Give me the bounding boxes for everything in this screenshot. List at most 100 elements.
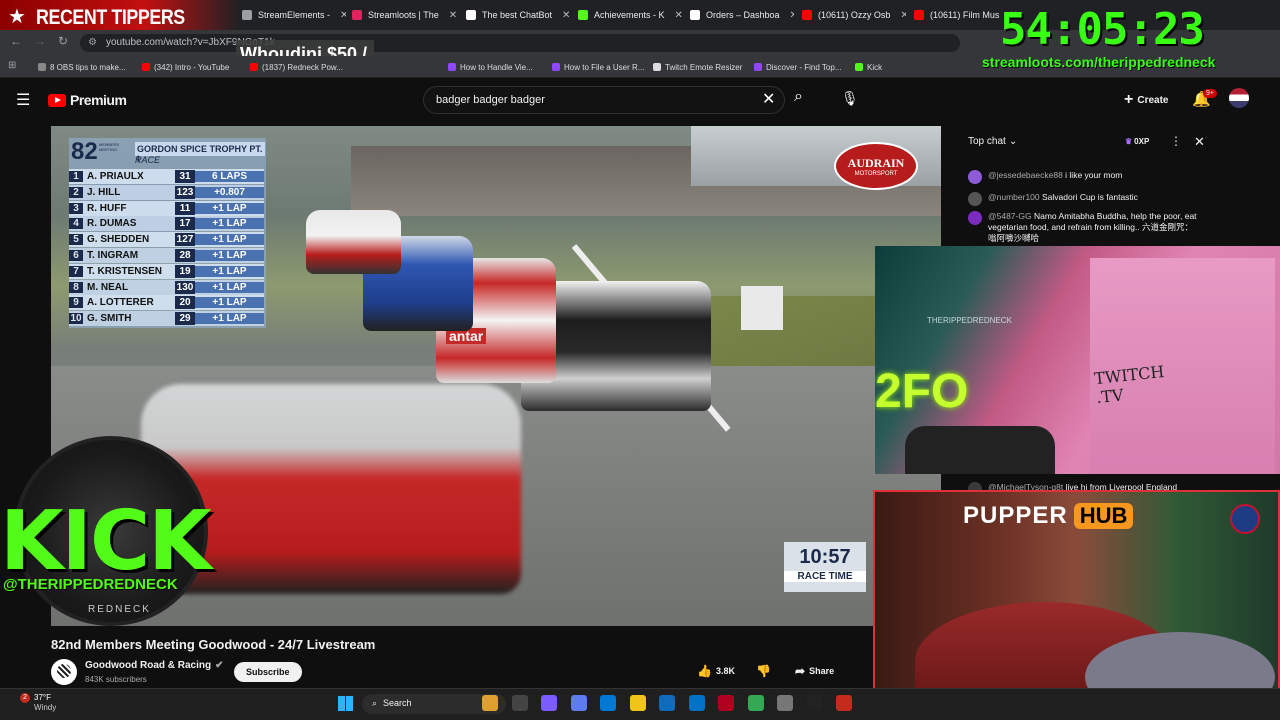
- calculator-icon[interactable]: [777, 695, 793, 711]
- browser-tab[interactable]: Achievements - K ✕: [578, 4, 682, 26]
- close-tab-icon[interactable]: ✕: [340, 10, 346, 21]
- chat-avatar: [968, 192, 982, 206]
- create-button[interactable]: + Create: [1124, 91, 1168, 109]
- bookmark-label: Twitch Emote Resizer: [665, 62, 743, 72]
- back-icon[interactable]: ←: [10, 34, 22, 48]
- folder-icon[interactable]: [629, 695, 646, 711]
- browser-tab[interactable]: Streamloots | The ✕: [352, 4, 456, 26]
- edge-icon[interactable]: [600, 695, 616, 711]
- standings-row: 1 A. PRIAULX 31 6 LAPS: [69, 169, 264, 184]
- car-number: 20: [175, 296, 195, 310]
- search-icon[interactable]: ⌕: [794, 88, 803, 106]
- driver-name: G. SHEDDEN: [87, 234, 150, 246]
- tab-favicon-icon: [466, 10, 476, 20]
- more-options-icon[interactable]: ⋮: [1170, 134, 1182, 148]
- reload-icon[interactable]: ↻: [58, 34, 68, 48]
- race-time-label: RACE TIME: [784, 571, 866, 582]
- chat-mode-label: Top chat: [968, 136, 1006, 147]
- notification-badge: 9+: [1203, 89, 1217, 98]
- pupper-cam-overlay: PUPPER HUB: [873, 490, 1280, 720]
- bookmark-label: 8 OBS tips to make...: [50, 62, 126, 72]
- outlook-icon[interactable]: [688, 695, 705, 711]
- hub-label: HUB: [1073, 503, 1134, 529]
- browser-tab[interactable]: (10611) Ozzy Osb ✕: [802, 4, 906, 26]
- standings-position: 3: [69, 202, 83, 214]
- sponsor-logo: AUDRAIN MOTORSPORT: [834, 142, 918, 190]
- tab-favicon-icon: [802, 10, 812, 20]
- bookmark-item[interactable]: (342) Intro - YouTube: [142, 60, 229, 74]
- teams-icon[interactable]: [570, 695, 587, 711]
- chat-message[interactable]: @number100 Salvadori Cup is fantastic: [968, 192, 1198, 206]
- chat-text: Salvadori Cup is fantastic: [1042, 192, 1138, 202]
- pupper-logo: PUPPER HUB: [963, 502, 1134, 530]
- premium-label: Premium: [70, 92, 127, 108]
- standings-row: 7 T. KRISTENSEN 19 +1 LAP: [69, 263, 264, 279]
- obs-icon[interactable]: [718, 695, 734, 711]
- bookmark-item[interactable]: How to File a User R...: [552, 60, 644, 74]
- channel-name-text: Goodwood Road & Racing: [85, 660, 212, 671]
- close-tab-icon[interactable]: ✕: [562, 10, 570, 21]
- bookmark-item[interactable]: How to Handle Vie...: [448, 60, 533, 74]
- chat-author: @number100: [988, 192, 1040, 202]
- car-number: 11: [175, 201, 195, 215]
- browser-tab[interactable]: Orders – Dashboa ✕: [690, 4, 794, 26]
- dislike-button[interactable]: 👎: [756, 664, 771, 678]
- close-chat-icon[interactable]: ✕: [1194, 134, 1205, 150]
- file-explorer-app-icon[interactable]: [511, 695, 528, 711]
- kick-sub-label: REDNECK: [88, 604, 151, 615]
- address-bar[interactable]: ⚙ youtube.com/watch?v=JbXF9NGgT1k: [80, 34, 960, 52]
- like-button[interactable]: 👍 3.8K: [697, 664, 735, 678]
- browser-tab[interactable]: StreamElements - ✕: [242, 4, 346, 26]
- site-info-icon[interactable]: ⚙: [88, 37, 97, 48]
- search-input[interactable]: badger badger badger: [423, 86, 785, 114]
- bookmark-item[interactable]: Discover - Find Top...: [754, 60, 841, 74]
- subscribe-button[interactable]: Subscribe: [234, 662, 302, 682]
- forward-icon[interactable]: →: [34, 34, 46, 48]
- tab-favicon-icon: [242, 10, 252, 20]
- app-icon[interactable]: [836, 695, 852, 711]
- bookmark-item[interactable]: Kick: [855, 60, 882, 74]
- copilot-icon[interactable]: [541, 695, 557, 711]
- close-tab-icon[interactable]: ✕: [449, 10, 456, 21]
- driver-name: T. KRISTENSEN: [87, 265, 163, 277]
- chat-mode-dropdown[interactable]: Top chat ⌄: [968, 136, 1017, 147]
- store-icon[interactable]: [659, 695, 675, 711]
- standings-position: 8: [69, 281, 83, 293]
- menu-icon[interactable]: ☰: [16, 90, 30, 110]
- youtube-logo[interactable]: Premium: [48, 92, 127, 108]
- browser-tab[interactable]: The best ChatBot ✕: [466, 4, 570, 26]
- neon-sign: 2FO: [875, 365, 969, 418]
- chat-author: @5487-GG: [988, 211, 1032, 221]
- close-tab-icon[interactable]: ✕: [675, 10, 682, 21]
- channel-points[interactable]: ♛ 0XP: [1125, 137, 1149, 146]
- close-tab-icon[interactable]: ✕: [790, 10, 794, 21]
- standings-row: 3 R. HUFF 11 +1 LAP: [69, 200, 264, 216]
- widget-app-icon[interactable]: [482, 695, 498, 711]
- car-number: 29: [175, 312, 195, 326]
- car-number: 28: [175, 249, 195, 262]
- bookmark-label: (1837) Redneck Pow...: [262, 62, 343, 72]
- share-icon: ➦: [795, 664, 806, 678]
- gap-value: +1 LAP: [195, 313, 264, 325]
- apps-grid-icon[interactable]: ⊞: [8, 60, 16, 71]
- close-tab-icon[interactable]: ✕: [900, 10, 906, 21]
- chat-message[interactable]: @jessedebaecke88 i like your mom: [968, 170, 1198, 184]
- chat-message[interactable]: @5487-GG Namo Amitabha Buddha, help the …: [968, 211, 1198, 244]
- gap-value: +1 LAP: [195, 202, 264, 214]
- terminal-icon[interactable]: [806, 695, 823, 711]
- channel-avatar[interactable]: [51, 659, 77, 685]
- channel-name[interactable]: Goodwood Road & Racing ✔: [85, 660, 224, 671]
- avatar[interactable]: [1229, 88, 1249, 108]
- bookmark-item[interactable]: (1837) Redneck Pow...: [250, 60, 343, 74]
- bookmark-item[interactable]: 8 OBS tips to make...: [38, 60, 126, 74]
- chrome-icon[interactable]: [747, 695, 764, 711]
- chat-message-body: @number100 Salvadori Cup is fantastic: [988, 192, 1138, 206]
- microphone-icon[interactable]: 🎙: [841, 90, 859, 107]
- clear-search-icon[interactable]: ✕: [762, 89, 775, 109]
- crown-icon: ♛: [1125, 137, 1133, 146]
- car-number: 31: [175, 170, 195, 183]
- bookmark-item[interactable]: Twitch Emote Resizer: [653, 60, 742, 74]
- share-button[interactable]: ➦ Share: [795, 664, 834, 678]
- start-icon[interactable]: [338, 696, 353, 711]
- recent-tippers-label: RECENT TIPPERS: [36, 6, 185, 29]
